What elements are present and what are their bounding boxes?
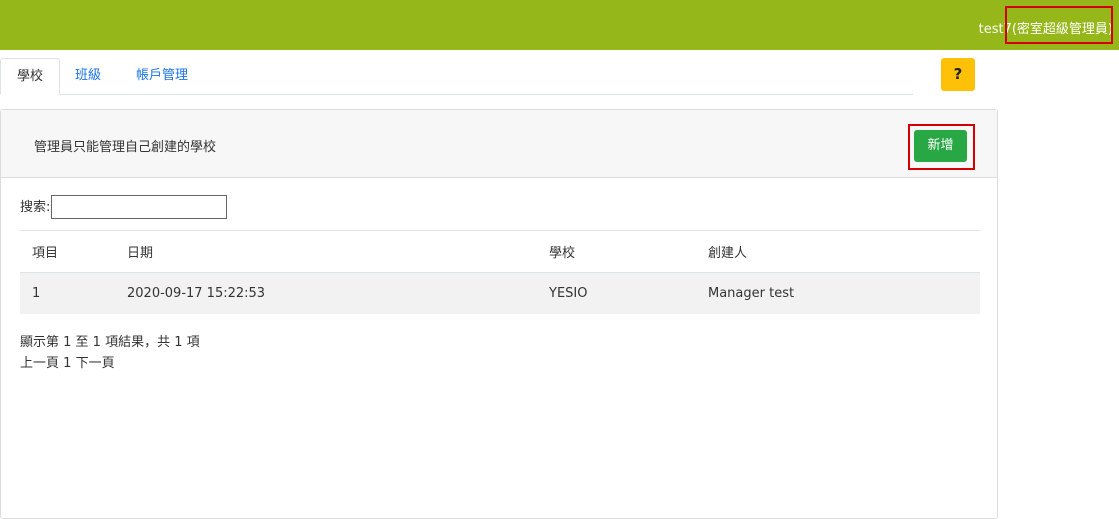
cell-date: 2020-09-17 15:22:53 <box>115 272 537 314</box>
tab-bar: 學校 班級 帳戶管理 <box>0 58 913 95</box>
panel-header: 管理員只能管理自己創建的學校 新增 <box>1 110 997 178</box>
role-highlight-box <box>1005 6 1113 44</box>
table-info: 顯示第 1 至 1 項結果，共 1 項 <box>20 335 200 350</box>
column-header-school[interactable]: 學校 <box>537 230 696 273</box>
tab-school[interactable]: 學校 <box>0 58 60 95</box>
panel-title: 管理員只能管理自己創建的學校 <box>34 140 217 155</box>
search-input[interactable] <box>51 195 227 219</box>
column-header-date[interactable]: 日期 <box>115 230 537 273</box>
table-row[interactable]: 1 2020-09-17 15:22:53 YESIO Manager test <box>20 272 980 314</box>
school-panel: 管理員只能管理自己創建的學校 新增 搜索: 項目 日期 學校 創建人 1 202… <box>0 109 998 519</box>
top-bar: test7(密室超級管理員) <box>0 0 1119 50</box>
current-page[interactable]: 1 <box>63 356 71 371</box>
help-button[interactable]: ? <box>941 58 975 91</box>
prev-page-button[interactable]: 上一頁 <box>20 356 59 371</box>
school-table: 項目 日期 學校 創建人 1 2020-09-17 15:22:53 YESIO… <box>20 230 980 314</box>
search-label: 搜索: <box>20 200 51 215</box>
add-button[interactable]: 新增 <box>914 130 967 162</box>
column-header-item[interactable]: 項目 <box>20 230 115 273</box>
pagination: 上一頁 1 下一頁 <box>20 352 115 371</box>
next-page-button[interactable]: 下一頁 <box>76 356 115 371</box>
table-header-row: 項目 日期 學校 創建人 <box>20 230 980 273</box>
tab-class[interactable]: 班級 <box>60 58 116 94</box>
cell-item: 1 <box>20 272 115 314</box>
search-row: 搜索: <box>20 195 227 221</box>
column-header-creator[interactable]: 創建人 <box>696 230 980 273</box>
cell-school: YESIO <box>537 272 696 314</box>
cell-creator: Manager test <box>696 272 980 314</box>
tab-account-management[interactable]: 帳戶管理 <box>121 58 203 94</box>
